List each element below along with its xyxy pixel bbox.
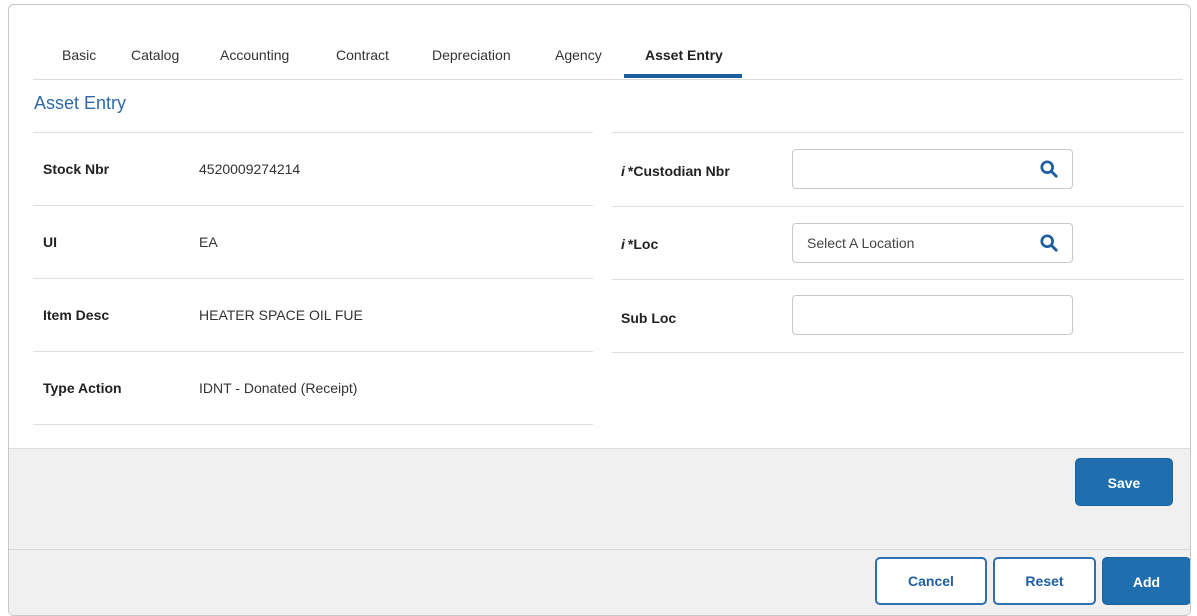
cancel-button[interactable]: Cancel <box>875 557 987 605</box>
info-icon[interactable]: i <box>621 163 625 179</box>
tab-bar: Basic Catalog Accounting Contract Deprec… <box>33 5 1183 80</box>
loc-label: i *Loc <box>621 236 659 252</box>
row-divider <box>612 132 1184 133</box>
row-divider <box>33 278 593 279</box>
active-tab-indicator <box>624 74 742 78</box>
add-button[interactable]: Add <box>1102 557 1190 605</box>
row-divider <box>612 206 1184 207</box>
tab-catalog[interactable]: Catalog <box>131 47 179 63</box>
row-divider <box>33 424 593 425</box>
row-divider <box>33 205 593 206</box>
stock-nbr-label: Stock Nbr <box>43 161 110 177</box>
row-divider <box>33 351 593 352</box>
ui-label: UI <box>43 234 57 250</box>
custodian-nbr-label: i *Custodian Nbr <box>621 163 730 179</box>
info-icon[interactable]: i <box>621 236 625 252</box>
footer-divider <box>9 549 1190 550</box>
tab-contract[interactable]: Contract <box>336 47 389 63</box>
search-icon[interactable] <box>1040 234 1058 252</box>
reset-button[interactable]: Reset <box>993 557 1096 605</box>
tab-depreciation[interactable]: Depreciation <box>432 47 511 63</box>
sub-loc-input[interactable] <box>792 295 1073 335</box>
tab-basic[interactable]: Basic <box>62 47 96 63</box>
custodian-nbr-input[interactable] <box>792 149 1073 189</box>
row-divider <box>612 279 1184 280</box>
form-panel: Basic Catalog Accounting Contract Deprec… <box>8 4 1191 616</box>
tab-accounting[interactable]: Accounting <box>220 47 289 63</box>
save-button[interactable]: Save <box>1075 458 1173 506</box>
sub-loc-label: Sub Loc <box>621 310 677 326</box>
stock-nbr-value: 4520009274214 <box>199 161 301 177</box>
item-desc-value: HEATER SPACE OIL FUE <box>199 307 363 323</box>
type-action-label: Type Action <box>43 380 122 396</box>
search-icon[interactable] <box>1040 160 1058 178</box>
section-title: Asset Entry <box>34 93 127 113</box>
location-input[interactable]: Select A Location <box>792 223 1073 263</box>
tab-agency[interactable]: Agency <box>555 47 602 63</box>
tab-asset-entry[interactable]: Asset Entry <box>645 47 723 63</box>
row-divider <box>612 352 1184 353</box>
row-divider <box>33 132 593 133</box>
ui-value: EA <box>199 234 218 250</box>
type-action-value: IDNT - Donated (Receipt) <box>199 380 358 396</box>
item-desc-label: Item Desc <box>43 307 110 323</box>
